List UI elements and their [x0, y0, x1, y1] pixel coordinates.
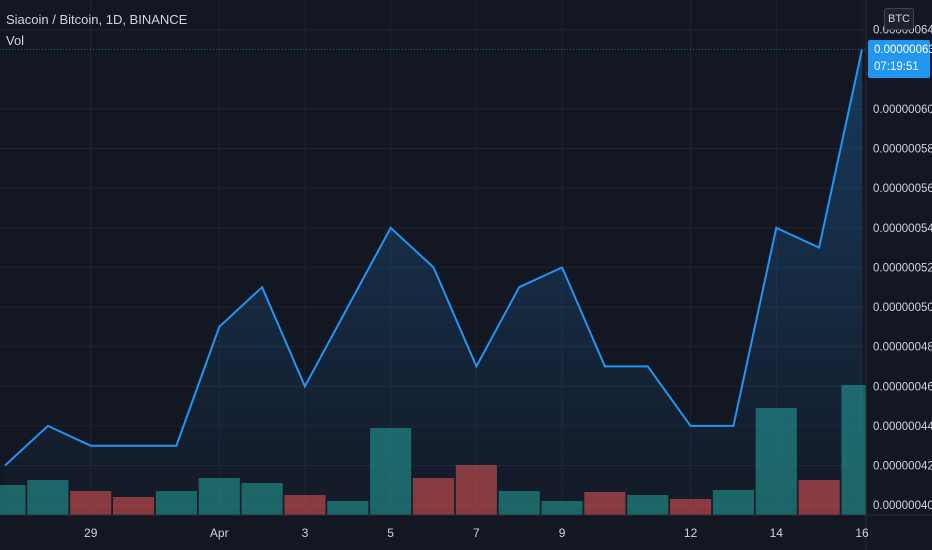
price-area	[4, 49, 863, 515]
price-tick-label: 0.00000058	[873, 144, 932, 156]
price-tick-label: 0.00000056	[873, 183, 932, 195]
bar-countdown: 07:19:51	[874, 61, 919, 73]
last-price-value: 0.00000063	[874, 44, 932, 56]
price-tick-label: 0.00000042	[873, 460, 932, 472]
last-price-label: 0.00000063 07:19:51	[868, 40, 932, 78]
time-tick-label: 12	[684, 526, 698, 540]
time-tick-label: 5	[387, 526, 394, 540]
chart-legend: Siacoin / Bitcoin, 1D, BINANCE Vol	[6, 12, 187, 48]
time-tick-label: 14	[770, 526, 784, 540]
price-tick-label: 0.00000040	[873, 500, 932, 512]
price-tick-label: 0.00000054	[873, 223, 932, 235]
time-axis[interactable]: 29 Apr 3 5 7 9 12 14 16	[84, 526, 869, 540]
volume-legend[interactable]: Vol	[6, 33, 187, 48]
price-tick-label: 0.00000060	[873, 104, 932, 116]
time-tick-label: 29	[84, 526, 98, 540]
price-tick-label: 0.00000048	[873, 342, 932, 354]
price-tick-label: 0.00000046	[873, 381, 932, 393]
price-tick-label: 0.00000050	[873, 302, 932, 314]
time-tick-label: 16	[855, 526, 869, 540]
price-tick-label: 0.00000052	[873, 262, 932, 274]
price-axis[interactable]: 0.00000040 0.00000042 0.00000044 0.00000046…	[873, 25, 932, 512]
price-tick-label: 0.00000044	[873, 421, 932, 433]
currency-button[interactable]: BTC	[884, 8, 914, 30]
time-tick-label: Apr	[210, 526, 229, 540]
time-tick-label: 9	[559, 526, 566, 540]
price-chart[interactable]: 0.00000040 0.00000042 0.00000044 0.00000046…	[0, 0, 932, 550]
symbol-title[interactable]: Siacoin / Bitcoin, 1D, BINANCE	[6, 12, 187, 27]
time-tick-label: 7	[473, 526, 480, 540]
time-tick-label: 3	[302, 526, 309, 540]
